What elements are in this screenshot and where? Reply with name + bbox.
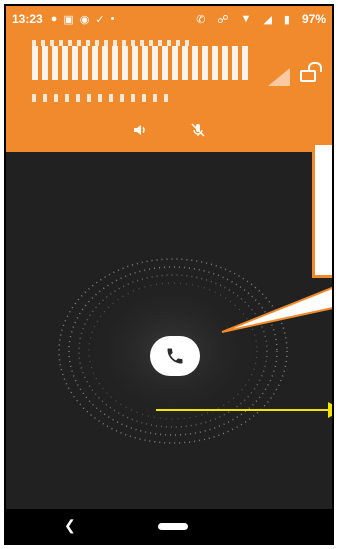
phone-forward-icon: ✆ [196, 13, 206, 26]
device-frame: 13:23 ● ▣ ◉ ✓ • ✆ ☍ ▼ ◢ ▮ 97% ❮ [4, 4, 334, 545]
status-right-cluster: ✆ ☍ ▼ ◢ ▮ 97% [196, 12, 326, 26]
swipe-arrow-head [328, 402, 332, 418]
navigation-bar: ❮ [6, 509, 332, 543]
battery-icon: ▮ [283, 13, 290, 26]
status-time: 13:23 [12, 12, 43, 26]
chat-icon: ● [50, 13, 58, 25]
cell-icon: ◢ [263, 13, 272, 26]
caller-name-redacted [32, 46, 252, 80]
unlock-icon [300, 62, 322, 82]
robot-icon: ◉ [79, 13, 90, 26]
vibrate-icon: ☍ [217, 13, 229, 26]
mute-button[interactable] [186, 118, 210, 142]
incoming-call-header [6, 32, 332, 152]
check-icon: ✓ [95, 13, 105, 26]
wifi-icon: ▼ [240, 13, 252, 25]
home-pill-button[interactable] [158, 523, 188, 530]
back-icon[interactable]: ❮ [64, 517, 76, 534]
status-bar: 13:23 ● ▣ ◉ ✓ • ✆ ☍ ▼ ◢ ▮ 97% [6, 6, 332, 32]
image-icon: ▣ [63, 13, 74, 26]
annotation-callout-box [312, 142, 332, 278]
speaker-button[interactable] [128, 118, 152, 142]
phone-icon [167, 348, 183, 364]
mic-off-icon [191, 123, 205, 137]
battery-percent: 97% [301, 12, 326, 26]
speaker-icon [134, 125, 145, 135]
call-controls [6, 118, 332, 142]
signal-icon [268, 68, 290, 86]
dot-icon: • [110, 13, 115, 25]
caller-detail-redacted [32, 94, 172, 102]
answer-call-button[interactable] [150, 336, 200, 376]
